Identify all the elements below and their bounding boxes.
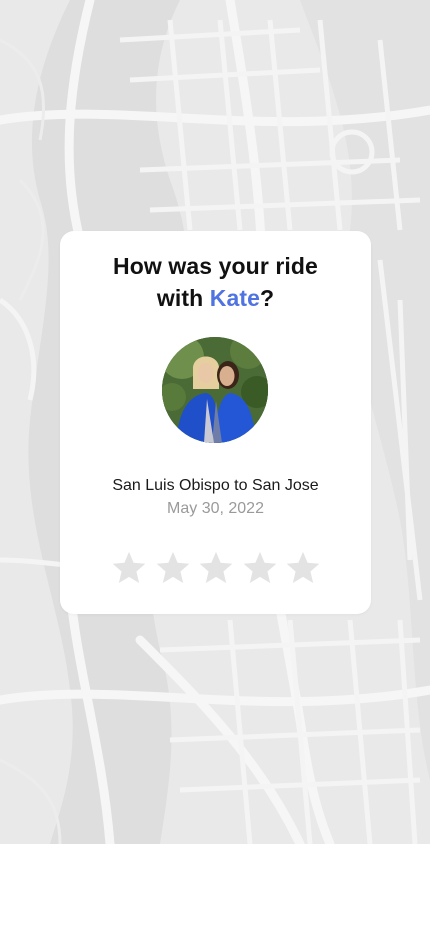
route-text: San Luis Obispo to San Jose bbox=[112, 477, 319, 494]
rating-card: How was your ride with Kate? San Luis Ob… bbox=[60, 231, 371, 614]
rating-title: How was your ride with Kate? bbox=[60, 250, 371, 314]
star-1-icon[interactable] bbox=[110, 549, 148, 587]
rate-ride-screen: How was your ride with Kate? San Luis Ob… bbox=[0, 0, 430, 932]
driver-avatar bbox=[162, 337, 268, 443]
star-5-icon[interactable] bbox=[284, 549, 322, 587]
star-2-icon[interactable] bbox=[154, 549, 192, 587]
star-4-icon[interactable] bbox=[241, 549, 279, 587]
ride-date: May 30, 2022 bbox=[167, 500, 264, 517]
title-line-1: How was your ride bbox=[113, 253, 318, 279]
star-3-icon[interactable] bbox=[197, 549, 235, 587]
driver-photo-icon bbox=[162, 337, 268, 443]
title-with: with bbox=[156, 285, 204, 311]
title-question-mark: ? bbox=[260, 285, 275, 311]
star-rating bbox=[110, 549, 322, 589]
driver-name: Kate bbox=[209, 285, 260, 311]
